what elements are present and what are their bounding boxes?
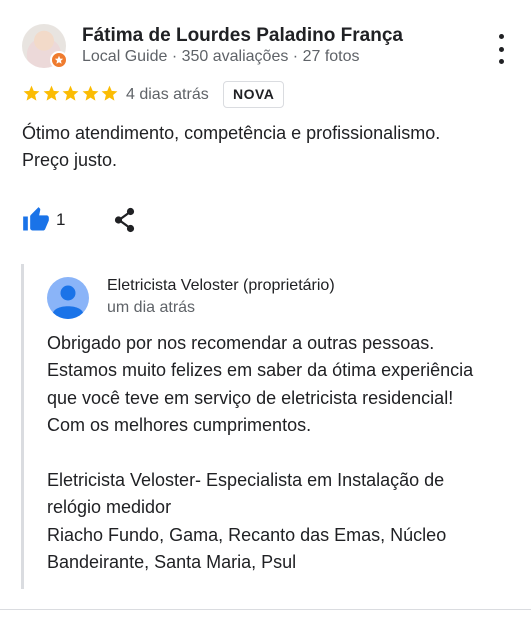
- reply-date: um dia atrás: [107, 299, 196, 316]
- reply-text: Obrigado por nos recomendar a outras pes…: [47, 330, 517, 577]
- author-name[interactable]: Fátima de Lourdes Paladino França: [82, 25, 403, 47]
- review-text-line: Ótimo atendimento, competência e profiss…: [22, 123, 441, 143]
- review-text-line: Preço justo.: [22, 150, 118, 170]
- person-icon: [53, 285, 83, 319]
- owner-name: Eletricista Veloster (proprietário): [107, 277, 335, 294]
- bottom-divider: [0, 609, 531, 610]
- reply-divider: [21, 264, 24, 589]
- owner-avatar: [47, 277, 89, 319]
- review-card: Fátima de Lourdes Paladino França Local …: [0, 0, 531, 631]
- more-vert-icon: [498, 34, 504, 39]
- star-icon: [101, 85, 118, 101]
- reply-text-line: que você teve em serviço de eletricista …: [47, 387, 454, 408]
- local-guide-badge-icon: [50, 51, 68, 69]
- author-avatar[interactable]: [22, 24, 68, 69]
- more-options-button[interactable]: [490, 34, 512, 64]
- reply-text-line: Riacho Fundo, Gama, Recanto das Emas, Nú…: [47, 524, 447, 545]
- star-icon: [82, 85, 98, 101]
- star-icon: [62, 85, 79, 101]
- reply-text-line: Bandeirante, Santa Maria, Psul: [47, 552, 297, 573]
- review-text: Ótimo atendimento, competência e profiss…: [22, 120, 512, 174]
- author-meta: Local Guide · 350 avaliações · 27 fotos: [82, 48, 360, 65]
- star-icon: [43, 85, 59, 101]
- star-icon: [23, 85, 40, 101]
- reply-text-blank-line: [47, 440, 517, 467]
- reply-text-line: Com os melhores cumprimentos.: [47, 415, 312, 436]
- reply-text-line: Obrigado por nos recomendar a outras pes…: [47, 333, 435, 353]
- share-icon[interactable]: [113, 207, 137, 233]
- thumb-up-icon[interactable]: [22, 206, 50, 234]
- reply-text-line: Eletricista Veloster- Especialista em In…: [47, 470, 445, 491]
- star-rating: [22, 84, 120, 106]
- reply-text-line: Estamos muito felizes em saber da ótima …: [47, 360, 474, 381]
- reply-text-line: relógio medidor: [47, 497, 172, 518]
- new-badge: NOVA: [223, 81, 285, 108]
- like-count: 1: [56, 210, 66, 229]
- review-date: 4 dias atrás: [126, 86, 209, 103]
